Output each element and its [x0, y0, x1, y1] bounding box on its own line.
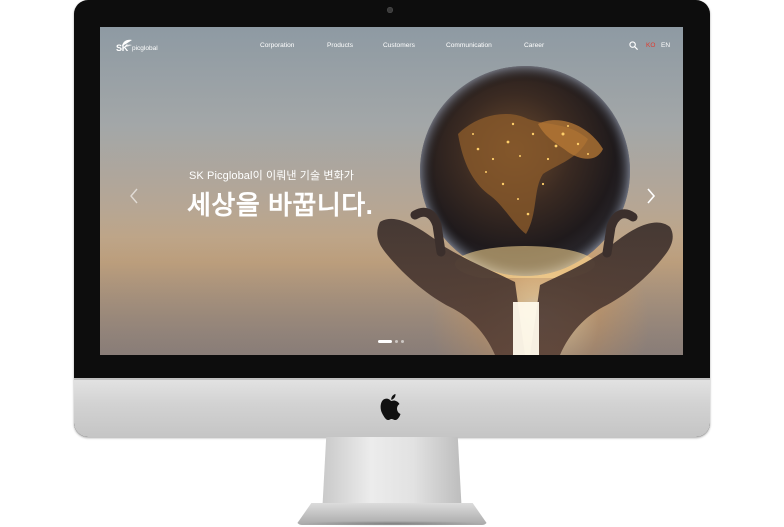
monitor-chin — [74, 378, 710, 437]
logo-text-sub: picglobal — [132, 45, 158, 52]
sk-picglobal-logo[interactable]: SK picglobal — [116, 39, 176, 57]
chevron-left-icon[interactable] — [128, 187, 140, 205]
nav-item-products[interactable]: Products — [327, 42, 353, 49]
nav-item-corporation[interactable]: Corporation — [260, 42, 294, 49]
slide-dot[interactable] — [395, 340, 398, 343]
camera-icon — [387, 7, 393, 13]
search-icon[interactable] — [629, 41, 638, 50]
apple-logo-icon — [380, 394, 401, 420]
slide-dot[interactable] — [401, 340, 404, 343]
chin-edge — [74, 378, 710, 380]
language-en-link[interactable]: EN — [661, 42, 670, 49]
hero-title: 세상을 바꿉니다. — [187, 190, 374, 220]
nav-item-career[interactable]: Career — [524, 42, 544, 49]
stand-shadow — [300, 521, 484, 526]
logo-text-sk: SK — [116, 43, 128, 53]
site-header: SK picglobal Corporation Products Custom… — [100, 27, 683, 67]
hero-subtitle: SK Picglobal이 이뤄낸 기술 변화가 — [189, 170, 355, 182]
language-ko-link[interactable]: KO — [646, 42, 655, 49]
hands-image — [377, 207, 673, 355]
nav-item-communication[interactable]: Communication — [446, 42, 492, 49]
slide-pagination — [378, 340, 408, 344]
chevron-right-icon[interactable] — [645, 187, 657, 205]
monitor-frame: SK picglobal Corporation Products Custom… — [74, 0, 710, 437]
nav-item-customers[interactable]: Customers — [383, 42, 415, 49]
website-screen: SK picglobal Corporation Products Custom… — [100, 27, 683, 355]
slide-dot-active[interactable] — [378, 340, 392, 343]
